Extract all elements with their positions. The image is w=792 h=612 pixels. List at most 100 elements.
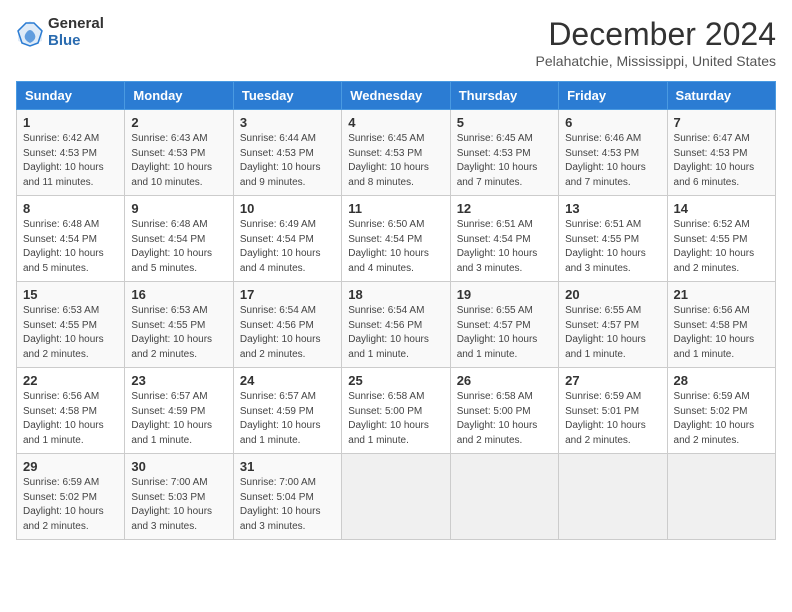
calendar-header-sunday: Sunday [17,82,125,110]
calendar-cell: 2 Sunrise: 6:43 AMSunset: 4:53 PMDaylight… [125,110,233,196]
day-number: 11 [348,201,443,216]
day-number: 14 [674,201,769,216]
day-number: 22 [23,373,118,388]
calendar-cell: 7 Sunrise: 6:47 AMSunset: 4:53 PMDaylight… [667,110,775,196]
calendar-header-friday: Friday [559,82,667,110]
cell-details: Sunrise: 7:00 AMSunset: 5:04 PMDaylight:… [240,476,335,534]
calendar-cell: 10 Sunrise: 6:49 AMSunset: 4:54 PMDayligh… [233,196,341,282]
cell-details: Sunrise: 6:59 AMSunset: 5:02 PMDaylight:… [23,476,118,534]
day-number: 25 [348,373,443,388]
day-number: 4 [348,115,443,130]
cell-details: Sunrise: 6:44 AMSunset: 4:53 PMDaylight:… [240,132,335,190]
calendar-cell: 1Sunrise: 6:42 AMSunset: 4:53 PMDaylight… [17,110,125,196]
cell-details: Sunrise: 6:54 AMSunset: 4:56 PMDaylight:… [240,304,335,362]
cell-details: Sunrise: 6:51 AMSunset: 4:54 PMDaylight:… [457,218,552,276]
calendar-header-tuesday: Tuesday [233,82,341,110]
cell-details: Sunrise: 6:51 AMSunset: 4:55 PMDaylight:… [565,218,660,276]
cell-details: Sunrise: 6:53 AMSunset: 4:55 PMDaylight:… [23,304,118,362]
calendar-cell: 29 Sunrise: 6:59 AMSunset: 5:02 PMDayligh… [17,454,125,540]
day-number: 26 [457,373,552,388]
day-number: 30 [131,459,226,474]
logo-text: General Blue [48,16,104,49]
cell-details: Sunrise: 7:00 AMSunset: 5:03 PMDaylight:… [131,476,226,534]
cell-details: Sunrise: 6:57 AMSunset: 4:59 PMDaylight:… [240,390,335,448]
cell-details: Sunrise: 6:53 AMSunset: 4:55 PMDaylight:… [131,304,226,362]
day-number: 24 [240,373,335,388]
cell-details: Sunrise: 6:55 AMSunset: 4:57 PMDaylight:… [457,304,552,362]
calendar-header-wednesday: Wednesday [342,82,450,110]
cell-details: Sunrise: 6:48 AMSunset: 4:54 PMDaylight:… [23,218,118,276]
cell-details: Sunrise: 6:58 AMSunset: 5:00 PMDaylight:… [348,390,443,448]
day-number: 18 [348,287,443,302]
day-number: 28 [674,373,769,388]
calendar-week-4: 22 Sunrise: 6:56 AMSunset: 4:58 PMDayligh… [17,368,776,454]
logo-icon [16,19,44,47]
calendar-cell: 16 Sunrise: 6:53 AMSunset: 4:55 PMDayligh… [125,282,233,368]
calendar-cell: 28 Sunrise: 6:59 AMSunset: 5:02 PMDayligh… [667,368,775,454]
calendar-cell: 20Sunrise: 6:55 AMSunset: 4:57 PMDayligh… [559,282,667,368]
calendar-cell [450,454,558,540]
day-number: 29 [23,459,118,474]
cell-details: Sunrise: 6:49 AMSunset: 4:54 PMDaylight:… [240,218,335,276]
calendar-cell [342,454,450,540]
calendar-cell: 25 Sunrise: 6:58 AMSunset: 5:00 PMDayligh… [342,368,450,454]
cell-details: Sunrise: 6:45 AMSunset: 4:53 PMDaylight:… [457,132,552,190]
day-number: 21 [674,287,769,302]
calendar-cell: 22 Sunrise: 6:56 AMSunset: 4:58 PMDayligh… [17,368,125,454]
day-number: 8 [23,201,118,216]
cell-details: Sunrise: 6:56 AMSunset: 4:58 PMDaylight:… [23,390,118,448]
day-number: 27 [565,373,660,388]
calendar-cell: 5 Sunrise: 6:45 AMSunset: 4:53 PMDaylight… [450,110,558,196]
calendar-cell: 17 Sunrise: 6:54 AMSunset: 4:56 PMDayligh… [233,282,341,368]
cell-details: Sunrise: 6:47 AMSunset: 4:53 PMDaylight:… [674,132,769,190]
page-header: General Blue December 2024 Pelahatchie, … [16,16,776,69]
cell-details: Sunrise: 6:48 AMSunset: 4:54 PMDaylight:… [131,218,226,276]
calendar-cell: 26 Sunrise: 6:58 AMSunset: 5:00 PMDayligh… [450,368,558,454]
calendar-cell: 4 Sunrise: 6:45 AMSunset: 4:53 PMDaylight… [342,110,450,196]
cell-details: Sunrise: 6:54 AMSunset: 4:56 PMDaylight:… [348,304,443,362]
calendar-cell: 23Sunrise: 6:57 AMSunset: 4:59 PMDayligh… [125,368,233,454]
day-number: 19 [457,287,552,302]
cell-details: Sunrise: 6:56 AMSunset: 4:58 PMDaylight:… [674,304,769,362]
calendar-cell: 18 Sunrise: 6:54 AMSunset: 4:56 PMDayligh… [342,282,450,368]
day-number: 16 [131,287,226,302]
logo: General Blue [16,16,104,49]
title-section: December 2024 Pelahatchie, Mississippi, … [536,16,776,69]
day-number: 3 [240,115,335,130]
logo-blue-text: Blue [48,33,104,50]
calendar-header-row: SundayMondayTuesdayWednesdayThursdayFrid… [17,82,776,110]
calendar-cell: 3 Sunrise: 6:44 AMSunset: 4:53 PMDaylight… [233,110,341,196]
calendar-cell: 27 Sunrise: 6:59 AMSunset: 5:01 PMDayligh… [559,368,667,454]
month-title: December 2024 [536,16,776,53]
cell-details: Sunrise: 6:59 AMSunset: 5:02 PMDaylight:… [674,390,769,448]
cell-details: Sunrise: 6:57 AMSunset: 4:59 PMDaylight:… [131,390,226,448]
day-number: 2 [131,115,226,130]
calendar-week-2: 8 Sunrise: 6:48 AMSunset: 4:54 PMDaylight… [17,196,776,282]
calendar-cell: 11Sunrise: 6:50 AMSunset: 4:54 PMDayligh… [342,196,450,282]
day-number: 7 [674,115,769,130]
cell-details: Sunrise: 6:43 AMSunset: 4:53 PMDaylight:… [131,132,226,190]
calendar-header-saturday: Saturday [667,82,775,110]
calendar-week-5: 29 Sunrise: 6:59 AMSunset: 5:02 PMDayligh… [17,454,776,540]
location: Pelahatchie, Mississippi, United States [536,53,776,69]
cell-details: Sunrise: 6:45 AMSunset: 4:53 PMDaylight:… [348,132,443,190]
day-number: 10 [240,201,335,216]
day-number: 9 [131,201,226,216]
calendar-cell: 13Sunrise: 6:51 AMSunset: 4:55 PMDayligh… [559,196,667,282]
cell-details: Sunrise: 6:52 AMSunset: 4:55 PMDaylight:… [674,218,769,276]
calendar-cell: 12Sunrise: 6:51 AMSunset: 4:54 PMDayligh… [450,196,558,282]
cell-details: Sunrise: 6:46 AMSunset: 4:53 PMDaylight:… [565,132,660,190]
calendar-week-1: 1Sunrise: 6:42 AMSunset: 4:53 PMDaylight… [17,110,776,196]
day-number: 6 [565,115,660,130]
cell-details: Sunrise: 6:59 AMSunset: 5:01 PMDaylight:… [565,390,660,448]
calendar-cell: 14 Sunrise: 6:52 AMSunset: 4:55 PMDayligh… [667,196,775,282]
day-number: 17 [240,287,335,302]
cell-details: Sunrise: 6:58 AMSunset: 5:00 PMDaylight:… [457,390,552,448]
cell-details: Sunrise: 6:42 AMSunset: 4:53 PMDaylight:… [23,132,118,190]
calendar-cell: 6 Sunrise: 6:46 AMSunset: 4:53 PMDaylight… [559,110,667,196]
day-number: 5 [457,115,552,130]
calendar-cell: 24 Sunrise: 6:57 AMSunset: 4:59 PMDayligh… [233,368,341,454]
day-number: 15 [23,287,118,302]
calendar-cell: 8 Sunrise: 6:48 AMSunset: 4:54 PMDaylight… [17,196,125,282]
calendar-cell: 9 Sunrise: 6:48 AMSunset: 4:54 PMDaylight… [125,196,233,282]
